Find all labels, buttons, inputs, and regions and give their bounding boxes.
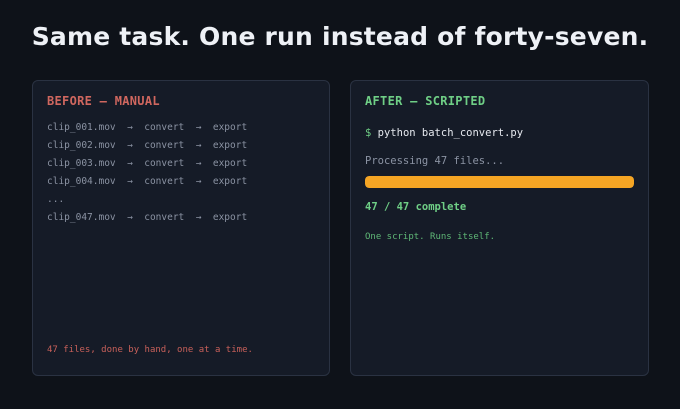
before-footnote: 47 files, done by hand, one at a time. <box>47 345 253 355</box>
progress-bar <box>365 176 634 188</box>
after-footnote: One script. Runs itself. <box>365 232 496 242</box>
page-headline: Same task. One run instead of forty-seve… <box>31 22 649 51</box>
terminal-command-line: $ python batch_convert.py <box>365 127 523 139</box>
prompt-symbol: $ <box>365 127 372 139</box>
manual-step-item: clip_004.mov → convert → export <box>47 176 248 187</box>
manual-step-item: clip_047.mov → convert → export <box>47 212 248 223</box>
manual-step-item: clip_002.mov → convert → export <box>47 140 248 151</box>
before-heading: BEFORE — MANUAL <box>47 94 160 108</box>
manual-steps-list: clip_001.mov → convert → export clip_002… <box>47 121 247 229</box>
manual-step-item: clip_001.mov → convert → export <box>47 122 248 133</box>
manual-step-ellipsis: ... <box>47 194 65 205</box>
after-panel: AFTER — SCRIPTED $ python batch_convert.… <box>350 80 649 376</box>
manual-step-item: clip_003.mov → convert → export <box>47 158 248 169</box>
after-heading: AFTER — SCRIPTED <box>365 94 486 108</box>
command-text: python batch_convert.py <box>377 127 524 139</box>
progress-bar-fill <box>365 176 634 188</box>
before-panel: BEFORE — MANUAL clip_001.mov → convert →… <box>32 80 330 376</box>
completion-count: 47 / 47 complete <box>365 201 467 213</box>
processing-status: Processing 47 files... <box>365 155 505 167</box>
